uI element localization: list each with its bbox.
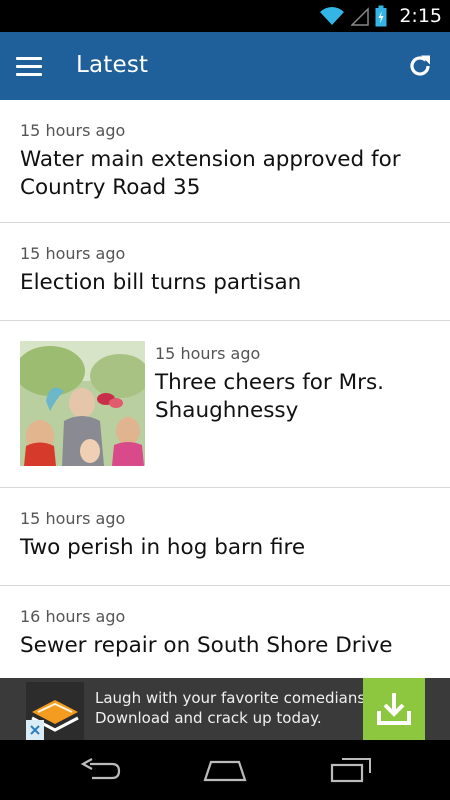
menu-icon[interactable]: [16, 50, 52, 82]
recent-apps-button[interactable]: [320, 750, 380, 790]
item-headline: Two perish in hog barn fire: [20, 535, 306, 560]
item-headline: Three cheers for Mrs. Shaughnessy: [155, 370, 385, 423]
item-timestamp: 15 hours ago: [20, 509, 126, 528]
item-timestamp: 16 hours ago: [20, 607, 126, 626]
home-button[interactable]: [195, 750, 255, 790]
home-icon: [203, 760, 247, 782]
list-item[interactable]: 15 hours ago Two perish in hog barn fire: [0, 488, 450, 586]
download-icon: [377, 693, 411, 725]
list-item[interactable]: 15 hours ago Three cheers for Mrs. Shaug…: [0, 321, 450, 488]
item-headline: Water main extension approved for Countr…: [20, 147, 401, 200]
status-icons: 2:15: [319, 0, 442, 32]
item-headline: Sewer repair on South Shore Drive: [20, 633, 393, 658]
item-headline: Election bill turns partisan: [20, 270, 302, 295]
ad-close-button[interactable]: [26, 720, 44, 740]
ad-text: Laugh with your favorite comedians Downl…: [95, 688, 365, 728]
item-timestamp: 15 hours ago: [155, 344, 261, 363]
news-feed: 15 hours ago Water main extension approv…: [0, 100, 450, 678]
status-clock: 2:15: [399, 5, 442, 27]
status-bar: 2:15: [0, 0, 450, 32]
list-item[interactable]: 16 hours ago Sewer repair on South Shore…: [0, 586, 450, 678]
recent-apps-icon: [330, 758, 371, 783]
page-title: Latest: [76, 52, 149, 78]
system-nav-bar: [0, 740, 450, 800]
app-bar: Latest: [0, 32, 450, 100]
list-item[interactable]: 15 hours ago Election bill turns partisa…: [0, 223, 450, 321]
article-thumbnail: [20, 341, 145, 466]
back-icon: [80, 758, 121, 780]
back-button[interactable]: [70, 750, 130, 790]
signal-icon: [351, 7, 370, 26]
ad-banner[interactable]: Laugh with your favorite comedians Downl…: [0, 678, 450, 740]
wifi-icon: [320, 7, 345, 25]
download-button[interactable]: [363, 678, 425, 740]
item-text: 15 hours ago Three cheers for Mrs. Shaug…: [145, 341, 430, 467]
close-icon: [30, 725, 40, 735]
ad-line-2: Download and crack up today.: [95, 709, 322, 727]
item-timestamp: 15 hours ago: [20, 121, 126, 140]
list-item[interactable]: 15 hours ago Water main extension approv…: [0, 100, 450, 223]
ad-line-1: Laugh with your favorite comedians: [95, 689, 366, 707]
item-timestamp: 15 hours ago: [20, 244, 126, 263]
refresh-icon[interactable]: [406, 52, 434, 80]
battery-icon: [375, 5, 387, 27]
